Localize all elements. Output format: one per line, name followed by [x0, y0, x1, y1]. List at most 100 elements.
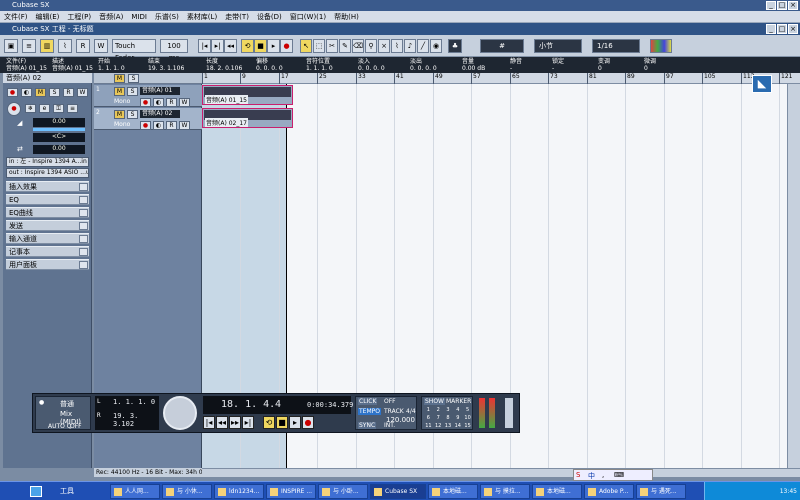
- mute-tool-icon[interactable]: ×: [378, 39, 390, 53]
- read-button[interactable]: R: [63, 88, 74, 97]
- section-toggle-icon[interactable]: [79, 209, 88, 217]
- transport-stop-icon[interactable]: ■: [276, 416, 288, 429]
- position-bars[interactable]: 18. 1. 4.: [221, 399, 275, 410]
- track-read-button[interactable]: R: [166, 98, 177, 107]
- range-tool-icon[interactable]: ⬚: [313, 39, 325, 53]
- track-record-icon[interactable]: ●: [140, 121, 151, 130]
- transport-forward-icon[interactable]: ▸▸: [229, 416, 241, 429]
- jog-wheel-icon[interactable]: [163, 396, 197, 430]
- track-monitor-icon[interactable]: ◐: [153, 98, 164, 107]
- marker-slot-button[interactable]: 3: [444, 407, 453, 414]
- track-mute-button[interactable]: M: [114, 87, 125, 96]
- transport-play-icon[interactable]: ▸: [289, 416, 301, 429]
- info-volume[interactable]: 音量 0.00 dB: [462, 58, 485, 72]
- signature-value[interactable]: 4/4: [406, 408, 416, 415]
- marker-slot-button[interactable]: 11: [424, 423, 433, 430]
- info-fade-out[interactable]: 淡出 0. 0. 0. 0: [410, 58, 437, 72]
- cycle-icon[interactable]: ⟲: [241, 39, 254, 53]
- show-marker-button[interactable]: SHOW: [424, 398, 445, 405]
- volume-display[interactable]: 0.00: [33, 118, 85, 127]
- erase-tool-icon[interactable]: ⌫: [352, 39, 364, 53]
- inspector-toggle-icon[interactable]: ▣: [4, 39, 18, 53]
- rec-arm-icon[interactable]: ●: [7, 102, 21, 116]
- inspector-track-name[interactable]: 音频(A) 02: [3, 73, 92, 83]
- section-toggle-icon[interactable]: [79, 222, 88, 230]
- pencil-tool-icon[interactable]: ✎: [339, 39, 351, 53]
- menu-file[interactable]: 文件(F): [0, 11, 32, 23]
- taskbar-item[interactable]: INSPIRE ...: [266, 484, 316, 499]
- ime-keyboard-icon[interactable]: ⌨: [614, 471, 624, 479]
- marker-slot-button[interactable]: 10: [463, 415, 472, 422]
- stop-icon[interactable]: ■: [254, 39, 267, 53]
- marker-slot-button[interactable]: 6: [424, 415, 433, 422]
- left-locator-value[interactable]: 1. 1. 1. 0: [113, 398, 155, 406]
- lock-icon[interactable]: ⚿: [53, 104, 64, 113]
- output-routing-select[interactable]: out : Inspire 1394 ASIO ...ut: [6, 168, 89, 178]
- transport-cycle-icon[interactable]: ⟲: [263, 416, 275, 429]
- quantize-select[interactable]: 1/16: [592, 39, 640, 53]
- info-fade-in[interactable]: 淡入 0. 0. 0. 0: [358, 58, 385, 72]
- audio-event[interactable]: 音频(A) 01_15: [202, 85, 293, 105]
- project-minimize-button[interactable]: _: [766, 24, 776, 34]
- menu-help[interactable]: 帮助(H): [330, 11, 363, 23]
- transport-start-icon[interactable]: |◂: [203, 416, 215, 429]
- record-mode-select[interactable]: 普通: [60, 399, 74, 409]
- close-button[interactable]: ×: [788, 1, 798, 10]
- color-palette-icon[interactable]: [650, 39, 672, 53]
- section-toggle-icon[interactable]: [79, 261, 88, 269]
- nudge-icon[interactable]: ♣: [448, 39, 462, 53]
- section-toggle-icon[interactable]: [79, 235, 88, 243]
- automation-mode-select[interactable]: Touch Fader: [112, 39, 156, 62]
- volume-fader-icon[interactable]: [33, 128, 85, 131]
- menu-audio[interactable]: 音频(A): [95, 11, 127, 23]
- show-desktop-icon[interactable]: [30, 486, 42, 497]
- track-row[interactable]: 2 M S 音频(A) 02 Mono ● ◐ R W: [94, 108, 202, 130]
- transport-record-icon[interactable]: ●: [302, 416, 314, 429]
- click-label[interactable]: CLICK: [358, 398, 378, 405]
- preroll-select[interactable]: 100 ms: [160, 39, 188, 62]
- audio-event[interactable]: 音频(A) 02_17: [202, 108, 293, 128]
- maximize-button[interactable]: □: [777, 1, 787, 10]
- track-write-button[interactable]: W: [179, 98, 190, 107]
- menu-edit[interactable]: 编辑(E): [32, 11, 64, 23]
- info-file[interactable]: 文件(F) 音频(A) 01_15: [6, 58, 47, 72]
- constrain-delay-icon[interactable]: ▥: [40, 39, 54, 53]
- auto-quantize-toggle[interactable]: OFF: [70, 423, 82, 430]
- marker-slot-button[interactable]: 1: [424, 407, 433, 414]
- section-toggle-icon[interactable]: [79, 196, 88, 204]
- horizontal-scrollbar[interactable]: [202, 468, 800, 477]
- global-solo-button[interactable]: S: [128, 74, 139, 83]
- record-enable-icon[interactable]: ●: [7, 88, 18, 97]
- rewind-icon[interactable]: ◂◂: [224, 39, 237, 53]
- timeline-ruler[interactable]: 1 9 17 25 33 41 49 57 65 73 81 89 97 105…: [202, 73, 800, 84]
- time-display[interactable]: 0:00:34.379: [307, 401, 353, 409]
- freeze-icon[interactable]: ❄: [25, 104, 36, 113]
- write-button[interactable]: W: [77, 88, 88, 97]
- line-tool-icon[interactable]: ╱: [417, 39, 429, 53]
- menu-transport[interactable]: 走带(T): [221, 11, 253, 23]
- scrub-tool-icon[interactable]: ♪: [404, 39, 416, 53]
- marker-slot-button[interactable]: 13: [444, 423, 453, 430]
- menu-devices[interactable]: 设备(D): [253, 11, 286, 23]
- click-state[interactable]: OFF: [384, 398, 396, 405]
- info-finetune[interactable]: 微调 0: [644, 58, 656, 72]
- solo-button[interactable]: S: [49, 88, 60, 97]
- project-maximize-button[interactable]: □: [777, 24, 787, 34]
- ime-toolbar[interactable]: S 中 , ⌨: [573, 469, 653, 481]
- track-solo-button[interactable]: S: [127, 110, 138, 119]
- section-sends[interactable]: 发送: [6, 220, 89, 231]
- info-description[interactable]: 描述 音频(A) 01_15: [52, 58, 93, 72]
- marker-slot-button[interactable]: 2: [434, 407, 443, 414]
- automation-write-icon[interactable]: W: [94, 39, 108, 53]
- taskbar-item[interactable]: 与 小休...: [162, 484, 212, 499]
- marker-slot-button[interactable]: 12: [434, 423, 443, 430]
- taskbar-item[interactable]: 与 小卧...: [318, 484, 368, 499]
- split-tool-icon[interactable]: ✂: [326, 39, 338, 53]
- monitor-icon[interactable]: ◐: [21, 88, 32, 97]
- track-name[interactable]: 音频(A) 02: [140, 110, 180, 118]
- marker-slot-button[interactable]: 9: [453, 415, 462, 422]
- position-ticks[interactable]: 4: [275, 399, 281, 410]
- taskbar-item-active[interactable]: Cubase SX: [370, 484, 426, 499]
- info-transpose[interactable]: 变调 0: [598, 58, 610, 72]
- info-length[interactable]: 长度 18. 2. 0.106: [206, 58, 242, 72]
